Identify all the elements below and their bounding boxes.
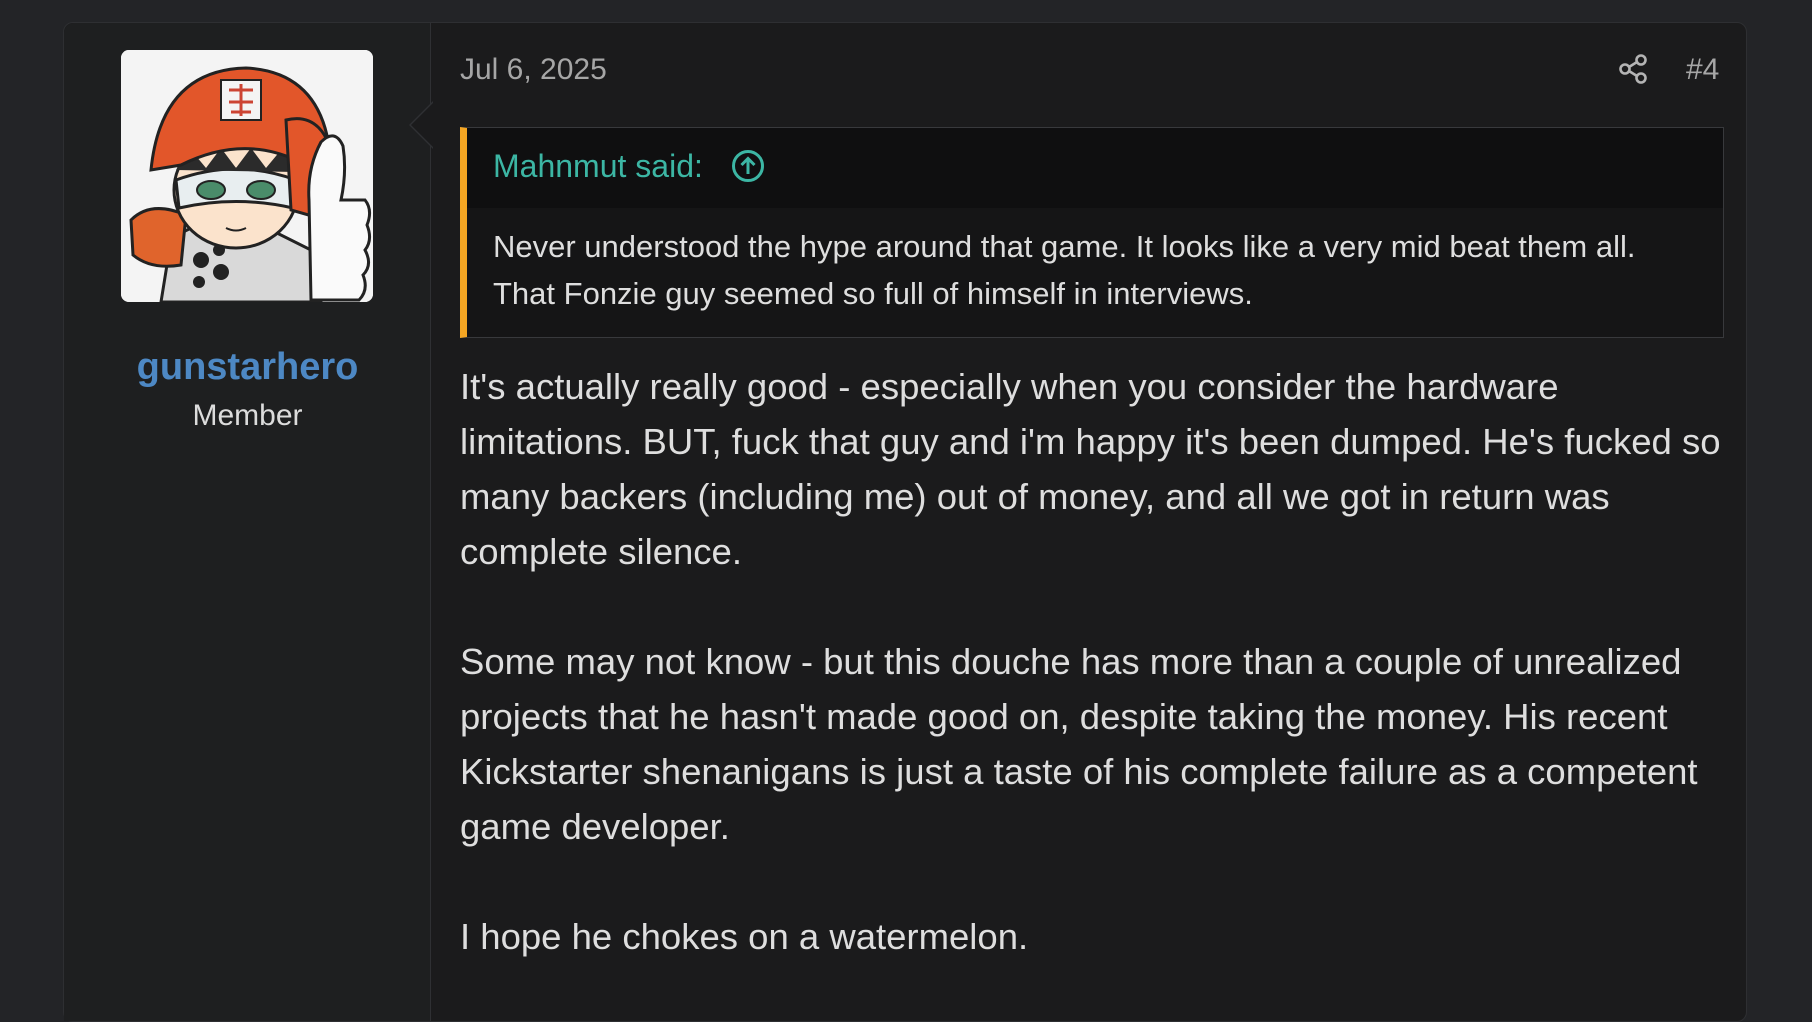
quote-header: Mahnmut said: (467, 128, 1723, 208)
post-date[interactable]: Jul 6, 2025 (460, 53, 607, 87)
username[interactable]: gunstarhero (64, 346, 431, 389)
user-title: Member (192, 399, 303, 432)
quote-block: Mahnmut said: Never understood the hype … (460, 127, 1724, 338)
message-paragraph: It's actually really good - especially w… (460, 366, 1721, 572)
avatar-illustration (121, 50, 373, 302)
quote-text: Never understood the hype around that ga… (493, 229, 1636, 311)
message-paragraph: I hope he chokes on a watermelon. (460, 916, 1029, 957)
post-user-column: gunstarhero Member (64, 23, 431, 1021)
post-number[interactable]: #4 (1686, 53, 1719, 87)
arrow-up-circle-icon[interactable] (731, 149, 765, 183)
avatar[interactable] (121, 50, 373, 302)
message-paragraph: Some may not know - but this douche has … (460, 641, 1698, 847)
quote-author[interactable]: Mahnmut said: (493, 148, 703, 185)
forum-post: gunstarhero Member Jul 6, 2025 #4 Mahnmu… (63, 22, 1747, 1022)
message-pointer-fill (411, 102, 434, 148)
message-body: It's actually really good - especially w… (460, 359, 1724, 1019)
share-icon[interactable] (1616, 52, 1650, 86)
